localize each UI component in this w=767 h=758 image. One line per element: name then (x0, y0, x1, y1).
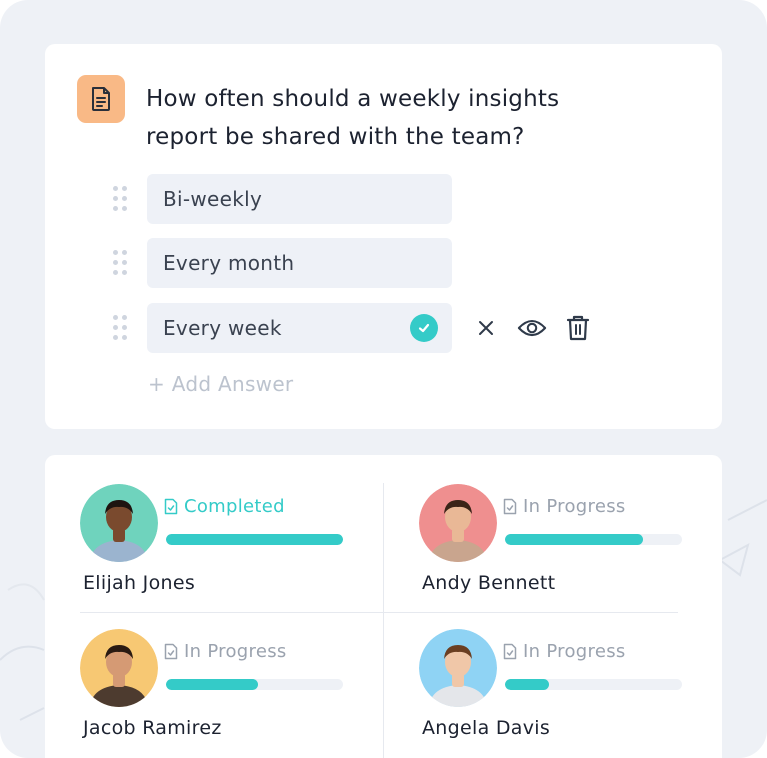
check-icon[interactable] (410, 314, 438, 342)
progress-fill (166, 534, 343, 545)
app-frame: How often should a weekly insights repor… (0, 0, 767, 758)
member-card[interactable]: In Progress Jacob Ramirez (80, 629, 370, 749)
answer-input[interactable]: Bi-weekly (147, 174, 452, 224)
file-check-icon (164, 643, 178, 660)
status-text: In Progress (523, 496, 626, 517)
column-divider (383, 483, 384, 758)
member-name: Jacob Ramirez (83, 717, 222, 739)
member-name: Andy Bennett (422, 572, 556, 594)
status-label: In Progress (503, 496, 626, 517)
drag-handle-icon[interactable] (113, 315, 133, 343)
member-card[interactable]: Completed Elijah Jones (80, 484, 370, 604)
drag-handle-icon[interactable] (113, 186, 133, 214)
answer-input[interactable]: Every month (147, 238, 452, 288)
member-card[interactable]: In Progress Andy Bennett (419, 484, 709, 604)
add-answer-button[interactable]: + Add Answer (148, 372, 293, 396)
file-check-icon (503, 498, 517, 515)
file-check-icon (503, 643, 517, 660)
progress-fill (166, 679, 259, 690)
avatar (419, 484, 497, 562)
progress-bar (505, 679, 682, 690)
close-icon[interactable] (471, 313, 501, 343)
drag-handle-icon[interactable] (113, 250, 133, 278)
answer-row: Every month (113, 238, 653, 288)
answer-input[interactable]: Every week (147, 303, 452, 353)
row-divider (80, 612, 678, 613)
answer-actions (471, 313, 609, 343)
status-text: In Progress (523, 641, 626, 662)
status-text: In Progress (184, 641, 287, 662)
progress-fill (505, 534, 644, 545)
eye-icon[interactable] (517, 313, 547, 343)
member-card[interactable]: In Progress Angela Davis (419, 629, 709, 749)
file-check-icon (164, 498, 178, 515)
progress-bar (166, 534, 343, 545)
answer-row: Bi-weekly (113, 174, 653, 224)
progress-fill (505, 679, 550, 690)
progress-bar (166, 679, 343, 690)
question-card: How often should a weekly insights repor… (45, 44, 722, 429)
question-text: How often should a weekly insights repor… (146, 86, 560, 150)
member-name: Elijah Jones (83, 572, 196, 594)
answer-row-selected: Every week (113, 303, 653, 353)
status-label: In Progress (164, 641, 287, 662)
status-label: Completed (164, 496, 285, 517)
avatar (80, 629, 158, 707)
progress-bar (505, 534, 682, 545)
trash-icon[interactable] (563, 313, 593, 343)
avatar (419, 629, 497, 707)
member-name: Angela Davis (422, 717, 551, 739)
avatar (80, 484, 158, 562)
status-text: Completed (184, 496, 285, 517)
document-icon (92, 87, 110, 111)
status-label: In Progress (503, 641, 626, 662)
team-progress-card: Completed Elijah Jones In Progress Andy … (45, 455, 722, 758)
question-badge (77, 75, 125, 123)
